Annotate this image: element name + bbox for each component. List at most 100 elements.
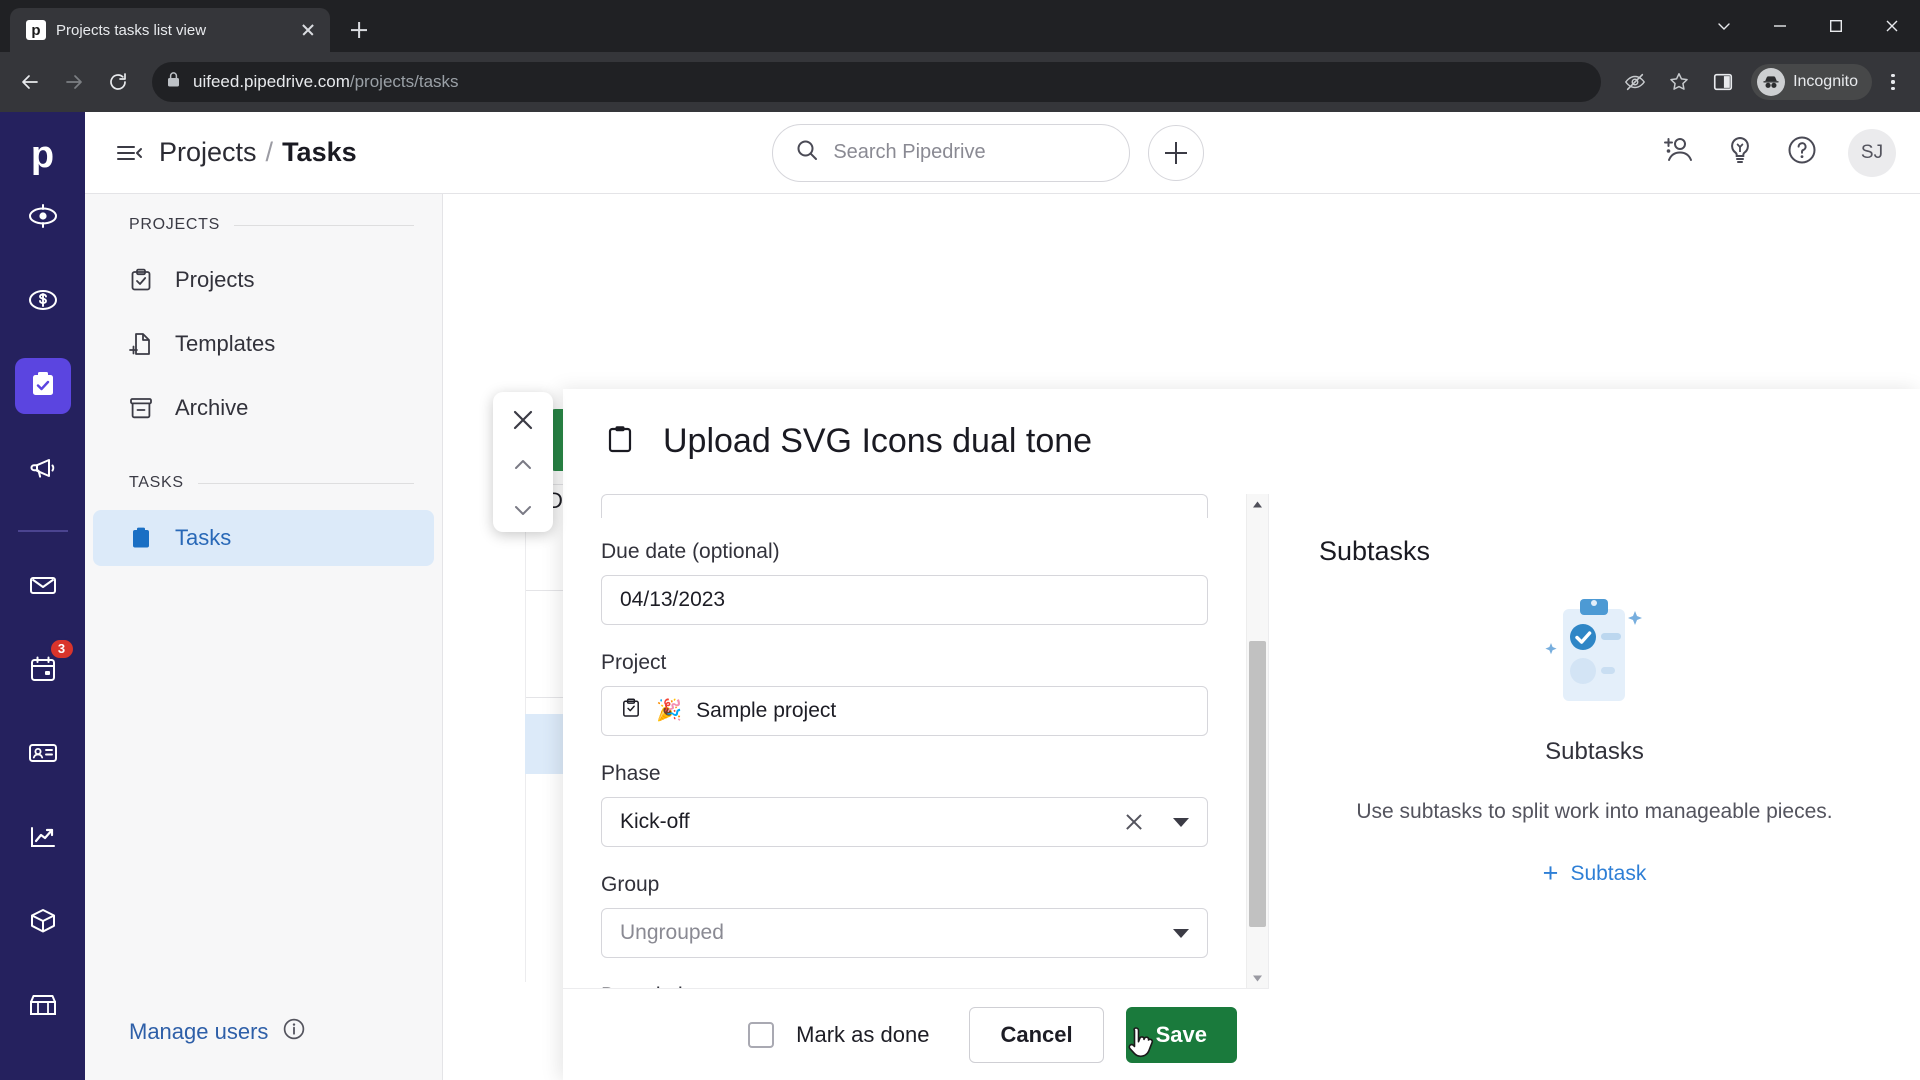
phase-value: Kick-off	[620, 810, 690, 833]
breadcrumb: Projects / Tasks	[159, 137, 357, 168]
side-panel-icon[interactable]	[1703, 62, 1743, 102]
tab-search-chevron-down-icon[interactable]	[1696, 0, 1752, 52]
modal-nav-panel	[493, 392, 553, 532]
box-icon	[27, 905, 59, 942]
add-subtask-button[interactable]: + Subtask	[1543, 860, 1647, 887]
phase-label: Phase	[601, 762, 661, 785]
close-icon[interactable]	[497, 398, 549, 443]
forward-arrow-icon[interactable]	[54, 62, 94, 102]
window-close-icon[interactable]	[1864, 0, 1920, 52]
phase-select[interactable]: Kick-off	[601, 797, 1208, 847]
scroll-up-arrow-icon[interactable]	[1247, 494, 1268, 514]
search-placeholder: Search Pipedrive	[833, 141, 986, 163]
manage-users[interactable]: Manage users	[85, 989, 442, 1080]
chevron-up-icon[interactable]	[497, 443, 549, 488]
subtasks-empty-description: Use subtasks to split work into manageab…	[1356, 800, 1833, 823]
rail-item-insights[interactable]	[15, 812, 71, 868]
task-form-column: Due date (optional) 04/13/2023 Project 🎉…	[563, 494, 1269, 988]
incognito-icon	[1757, 68, 1786, 96]
close-icon[interactable]	[1123, 811, 1145, 833]
background-highlight-row	[525, 714, 565, 774]
add-button[interactable]	[1148, 124, 1205, 181]
save-button[interactable]: Save	[1125, 1006, 1237, 1063]
rail-item-deals[interactable]	[15, 274, 71, 330]
incognito-profile-button[interactable]: Incognito	[1751, 64, 1872, 100]
question-circle-icon[interactable]	[1786, 134, 1818, 171]
rail-item-leads[interactable]	[15, 190, 71, 246]
eye-slash-icon[interactable]	[1615, 62, 1655, 102]
mark-as-done-label: Mark as done	[796, 1021, 930, 1047]
subtasks-heading: Subtasks	[1319, 536, 1431, 566]
minimize-icon[interactable]	[1752, 0, 1808, 52]
clipboard-filled-icon	[127, 525, 155, 551]
due-date-value: 04/13/2023	[620, 588, 726, 611]
projects-sidebar: PROJECTS Projects Templates Archive TASK…	[85, 194, 443, 1080]
search-input[interactable]: Search Pipedrive	[772, 123, 1131, 182]
breadcrumb-projects[interactable]: Projects	[159, 137, 257, 168]
kebab-menu-icon[interactable]	[1876, 65, 1910, 99]
add-user-icon[interactable]	[1660, 133, 1694, 172]
maximize-icon[interactable]	[1808, 0, 1864, 52]
tab-close-icon[interactable]	[296, 18, 320, 42]
reload-icon[interactable]	[98, 62, 138, 102]
caret-down-icon[interactable]	[1173, 928, 1189, 938]
activities-badge: 3	[48, 637, 75, 660]
project-value: Sample project	[696, 699, 837, 722]
lightbulb-icon[interactable]	[1724, 134, 1756, 171]
info-circle-icon[interactable]	[282, 1017, 306, 1046]
caret-down-icon[interactable]	[1173, 817, 1189, 827]
scroll-down-arrow-icon[interactable]	[1247, 968, 1268, 988]
target-icon	[27, 200, 59, 237]
sidebar-item-templates[interactable]: Templates	[93, 316, 434, 372]
rail-item-contacts[interactable]	[15, 728, 71, 784]
sidebar-item-projects[interactable]: Projects	[93, 252, 434, 308]
sidebar-item-archive[interactable]: Archive	[93, 380, 434, 436]
sidebar-group-tasks: TASKS	[85, 474, 442, 492]
new-tab-button[interactable]	[342, 13, 376, 47]
rail-item-campaigns[interactable]	[15, 442, 71, 498]
back-arrow-icon[interactable]	[10, 62, 50, 102]
pipedrive-logo-icon[interactable]: p	[0, 128, 85, 190]
pipedrive-favicon-icon: p	[26, 20, 46, 40]
address-bar[interactable]: uifeed.pipedrive.com/projects/tasks	[152, 62, 1602, 102]
project-input[interactable]: 🎉 Sample project	[601, 686, 1208, 736]
rail-item-activities[interactable]: 3	[15, 637, 75, 700]
sidebar-item-label: Projects	[175, 267, 255, 292]
browser-tab[interactable]: p Projects tasks list view	[10, 8, 330, 52]
clipboard-checklist-illustration	[1535, 589, 1655, 724]
group-select[interactable]: Ungrouped	[601, 908, 1208, 958]
sidebar-group-projects: PROJECTS	[85, 216, 442, 234]
collapse-menu-icon[interactable]	[109, 133, 149, 173]
chevron-down-icon[interactable]	[497, 487, 549, 532]
cancel-button[interactable]: Cancel	[969, 1006, 1104, 1063]
modal-scrollbar[interactable]	[1246, 494, 1268, 988]
breadcrumb-separator: /	[265, 137, 274, 167]
rail-divider	[17, 530, 68, 532]
mark-as-done-checkbox[interactable]	[748, 1021, 775, 1048]
app-viewport: p 3 Projects / Tasks Search Pipedrive SJ…	[0, 112, 1920, 1080]
scrollbar-track[interactable]	[1247, 514, 1268, 968]
group-field: Group Ungrouped	[563, 873, 1246, 958]
subtasks-column: Subtasks Subtasks Use subtasks to split …	[1269, 494, 1920, 988]
modal-title: Upload SVG Icons dual tone	[663, 422, 1093, 460]
rail-item-marketplace[interactable]	[15, 980, 71, 1036]
window-controls	[1696, 0, 1920, 52]
avatar[interactable]: SJ	[1848, 128, 1896, 177]
megaphone-icon	[27, 452, 59, 489]
content-area: PROJECTS Projects Templates Archive TASK…	[85, 194, 1920, 1080]
group-label: Group	[601, 873, 660, 896]
due-date-input[interactable]: 04/13/2023	[601, 575, 1208, 625]
project-emoji-icon: 🎉	[656, 699, 683, 722]
sidebar-item-label: Templates	[175, 331, 276, 356]
rail-item-mail[interactable]	[15, 560, 71, 616]
storefront-icon	[27, 989, 59, 1026]
scrollbar-thumb[interactable]	[1249, 641, 1266, 928]
previous-field-partial[interactable]	[601, 494, 1208, 518]
rail-item-projects[interactable]	[14, 358, 71, 414]
star-icon[interactable]	[1659, 62, 1699, 102]
modal-header: Upload SVG Icons dual tone	[563, 389, 1920, 494]
sidebar-item-tasks[interactable]: Tasks	[93, 510, 434, 566]
contact-card-icon	[27, 737, 59, 774]
rail-item-products[interactable]	[15, 896, 71, 952]
group-value: Ungrouped	[620, 921, 724, 944]
